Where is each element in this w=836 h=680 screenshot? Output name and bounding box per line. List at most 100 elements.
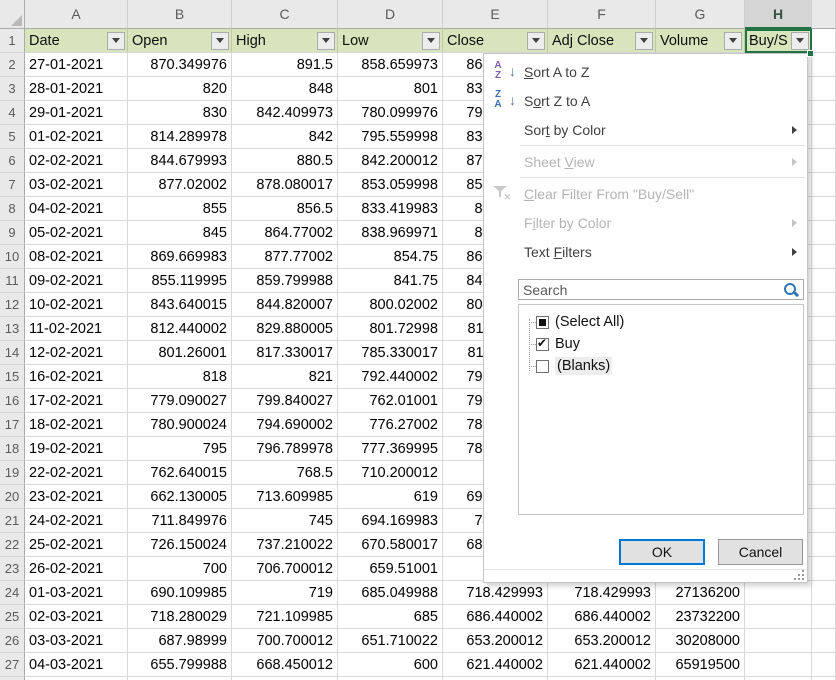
checkbox-unchecked-icon[interactable]	[536, 360, 549, 373]
cell-D15[interactable]: 792.440002	[338, 365, 443, 389]
row-header-19[interactable]: 19	[0, 461, 25, 485]
cell-A2[interactable]: 27-01-2021	[25, 53, 128, 77]
cell-E24[interactable]: 718.429993	[443, 581, 548, 605]
cell-I12[interactable]	[812, 293, 836, 317]
cell-G25[interactable]: 23732200	[656, 605, 745, 629]
checkbox-indeterminate-icon[interactable]	[536, 316, 549, 329]
cell-E26[interactable]: 653.200012	[443, 629, 548, 653]
cell-C15[interactable]: 821	[232, 365, 338, 389]
header-cell-high[interactable]: High	[232, 29, 338, 53]
search-icon[interactable]	[783, 282, 799, 298]
cell-A5[interactable]: 01-02-2021	[25, 125, 128, 149]
cell-H24[interactable]	[745, 581, 812, 605]
filter-button-A[interactable]	[107, 32, 125, 50]
cell-I26[interactable]	[812, 629, 836, 653]
cell-C24[interactable]: 719	[232, 581, 338, 605]
cell-I25[interactable]	[812, 605, 836, 629]
cell-D10[interactable]: 854.75	[338, 245, 443, 269]
cell-A11[interactable]: 09-02-2021	[25, 269, 128, 293]
cell-filler[interactable]	[812, 29, 836, 53]
column-header-E[interactable]: E	[443, 0, 548, 29]
filter-button-B[interactable]	[211, 32, 229, 50]
row-header-10[interactable]: 10	[0, 245, 25, 269]
checkbox-checked-icon[interactable]	[536, 338, 549, 351]
cell-I15[interactable]	[812, 365, 836, 389]
filter-button-H[interactable]	[791, 32, 809, 50]
cell-D26[interactable]: 651.710022	[338, 629, 443, 653]
row-header-23[interactable]: 23	[0, 557, 25, 581]
cell-D19[interactable]: 710.200012	[338, 461, 443, 485]
resize-grip-icon[interactable]	[794, 570, 804, 580]
cell-A4[interactable]: 29-01-2021	[25, 101, 128, 125]
cell-D12[interactable]: 800.02002	[338, 293, 443, 317]
header-cell-close[interactable]: Close	[443, 29, 548, 53]
cell-A9[interactable]: 05-02-2021	[25, 221, 128, 245]
cell-A22[interactable]: 25-02-2021	[25, 533, 128, 557]
cell-D16[interactable]: 762.01001	[338, 389, 443, 413]
cell-C6[interactable]: 880.5	[232, 149, 338, 173]
cell-C19[interactable]: 768.5	[232, 461, 338, 485]
cell-B4[interactable]: 830	[128, 101, 232, 125]
row-header-7[interactable]: 7	[0, 173, 25, 197]
column-header-D[interactable]: D	[338, 0, 443, 29]
row-header-16[interactable]: 16	[0, 389, 25, 413]
cell-C13[interactable]: 829.880005	[232, 317, 338, 341]
column-header-filler[interactable]	[812, 0, 836, 29]
cell-I18[interactable]	[812, 437, 836, 461]
cell-F24[interactable]: 718.429993	[548, 581, 656, 605]
cell-I8[interactable]	[812, 197, 836, 221]
cell-B2[interactable]: 870.349976	[128, 53, 232, 77]
menu-item-sort-a-to-z[interactable]: AZ↓ Sort A to Z	[484, 57, 807, 86]
cell-I6[interactable]	[812, 149, 836, 173]
cell-D3[interactable]: 801	[338, 77, 443, 101]
cell-A18[interactable]: 19-02-2021	[25, 437, 128, 461]
filter-button-E[interactable]	[527, 32, 545, 50]
search-input[interactable]	[519, 280, 785, 299]
row-header-18[interactable]: 18	[0, 437, 25, 461]
cell-E27[interactable]: 621.440002	[443, 653, 548, 677]
column-header-H[interactable]: H	[745, 0, 812, 29]
cell-C23[interactable]: 706.700012	[232, 557, 338, 581]
cell-H25[interactable]	[745, 605, 812, 629]
cell-D23[interactable]: 659.51001	[338, 557, 443, 581]
row-header-20[interactable]: 20	[0, 485, 25, 509]
cell-D5[interactable]: 795.559998	[338, 125, 443, 149]
cell-I24[interactable]	[812, 581, 836, 605]
cell-D27[interactable]: 600	[338, 653, 443, 677]
cell-I17[interactable]	[812, 413, 836, 437]
filter-option-blanks[interactable]: (Blanks)	[519, 355, 612, 377]
row-header-17[interactable]: 17	[0, 413, 25, 437]
cell-D20[interactable]: 619	[338, 485, 443, 509]
cell-I5[interactable]	[812, 125, 836, 149]
row-header-25[interactable]: 25	[0, 605, 25, 629]
row-header-27[interactable]: 27	[0, 653, 25, 677]
cell-B9[interactable]: 845	[128, 221, 232, 245]
cell-C9[interactable]: 864.77002	[232, 221, 338, 245]
cell-A16[interactable]: 17-02-2021	[25, 389, 128, 413]
cell-B5[interactable]: 814.289978	[128, 125, 232, 149]
column-header-F[interactable]: F	[548, 0, 656, 29]
cell-A6[interactable]: 02-02-2021	[25, 149, 128, 173]
filter-button-D[interactable]	[422, 32, 440, 50]
row-header-12[interactable]: 12	[0, 293, 25, 317]
cell-B24[interactable]: 690.109985	[128, 581, 232, 605]
cell-B23[interactable]: 700	[128, 557, 232, 581]
cell-D22[interactable]: 670.580017	[338, 533, 443, 557]
cell-B20[interactable]: 662.130005	[128, 485, 232, 509]
row-header-13[interactable]: 13	[0, 317, 25, 341]
cell-B21[interactable]: 711.849976	[128, 509, 232, 533]
filter-option-buy[interactable]: Buy	[519, 333, 580, 355]
cell-C12[interactable]: 844.820007	[232, 293, 338, 317]
menu-item-text-filters[interactable]: Text Filters	[484, 237, 807, 266]
cell-B17[interactable]: 780.900024	[128, 413, 232, 437]
cell-I10[interactable]	[812, 245, 836, 269]
cell-I21[interactable]	[812, 509, 836, 533]
cell-E25[interactable]: 686.440002	[443, 605, 548, 629]
filter-option-select-all[interactable]: (Select All)	[519, 311, 624, 333]
header-cell-volume[interactable]: Volume	[656, 29, 745, 53]
cell-D6[interactable]: 842.200012	[338, 149, 443, 173]
row-header-22[interactable]: 22	[0, 533, 25, 557]
cell-B7[interactable]: 877.02002	[128, 173, 232, 197]
cell-B19[interactable]: 762.640015	[128, 461, 232, 485]
cell-B10[interactable]: 869.669983	[128, 245, 232, 269]
